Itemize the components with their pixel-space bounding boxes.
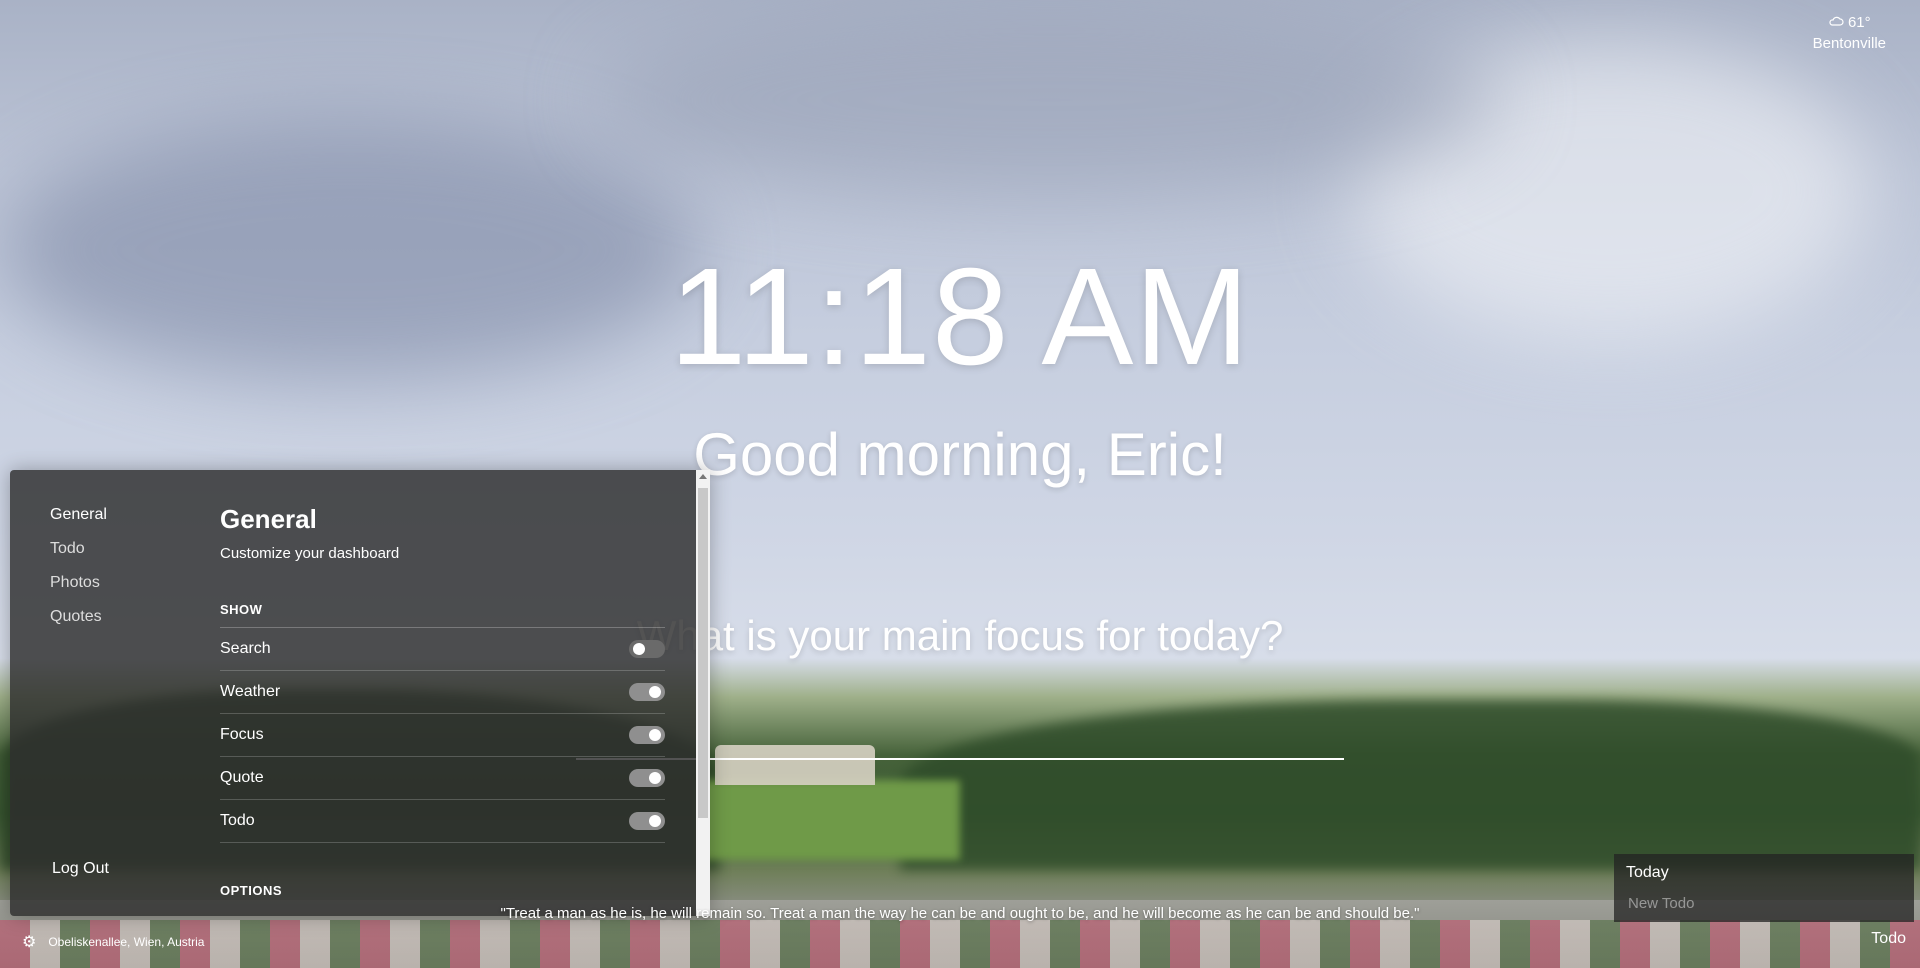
toggle-label: Focus — [220, 726, 264, 743]
toggle-knob — [649, 686, 661, 698]
toggle-knob — [649, 815, 661, 827]
photo-location[interactable]: Obeliskenallee, Wien, Austria — [48, 935, 204, 949]
toggle-label: Todo — [220, 812, 255, 829]
toggle-label: Search — [220, 640, 271, 657]
cloud — [600, 0, 1500, 200]
gloriette-building — [715, 745, 875, 785]
settings-title: General — [220, 504, 317, 534]
todo-title: Today — [1626, 864, 1669, 881]
new-todo-input[interactable] — [1626, 890, 1900, 916]
toggle-label: Weather — [220, 683, 281, 700]
settings-scrollbar[interactable] — [696, 470, 710, 916]
settings-nav-photos[interactable]: Photos — [50, 574, 107, 592]
quote-text: "Treat a man as he is, he will remain so… — [500, 905, 1420, 922]
todo-toggle-link[interactable]: Todo — [1871, 930, 1906, 948]
weather-toggle[interactable] — [629, 683, 665, 701]
settings-panel: General Todo Photos Quotes Log Out Gener… — [10, 470, 710, 916]
toggle-row-focus: Focus — [220, 714, 665, 757]
toggle-row-todo: Todo — [220, 800, 665, 843]
settings-nav-general[interactable]: General — [50, 506, 107, 524]
trees-right — [900, 700, 1920, 870]
settings-nav-todo[interactable]: Todo — [50, 540, 107, 558]
weather-temperature: 61° — [1847, 14, 1871, 31]
settings-content: General Customize your dashboard SHOW Se… — [220, 504, 665, 908]
logout-link[interactable]: Log Out — [52, 860, 109, 878]
scroll-up-arrow-icon[interactable] — [699, 474, 707, 479]
todo-panel: Today — [1614, 854, 1914, 922]
search-toggle[interactable] — [629, 640, 665, 658]
settings-nav: General Todo Photos Quotes — [50, 506, 107, 642]
settings-subtitle: Customize your dashboard — [220, 545, 400, 562]
cloud-sun-icon — [1828, 14, 1844, 31]
toggle-row-quote: Quote — [220, 757, 665, 800]
clock: 11:18 AM — [669, 240, 1251, 394]
settings-nav-quotes[interactable]: Quotes — [50, 608, 107, 626]
quote-toggle[interactable] — [629, 769, 665, 787]
weather-city: Bentonville — [1812, 35, 1886, 52]
toggle-knob — [649, 729, 661, 741]
gear-icon[interactable]: ⚙ — [22, 932, 36, 952]
show-section-heading: SHOW — [220, 602, 665, 628]
toggle-row-search: Search — [220, 628, 665, 671]
footer-left: ⚙ Obeliskenallee, Wien, Austria — [22, 932, 204, 952]
focus-toggle[interactable] — [629, 726, 665, 744]
scrollbar-thumb[interactable] — [698, 488, 708, 818]
toggle-label: Quote — [220, 769, 264, 786]
lawn — [700, 780, 960, 860]
toggle-knob — [649, 772, 661, 784]
todo-toggle[interactable] — [629, 812, 665, 830]
weather-widget[interactable]: 61° Bentonville — [1813, 14, 1886, 52]
flower-beds — [0, 920, 1920, 968]
toggle-row-weather: Weather — [220, 671, 665, 714]
toggle-knob — [633, 643, 645, 655]
